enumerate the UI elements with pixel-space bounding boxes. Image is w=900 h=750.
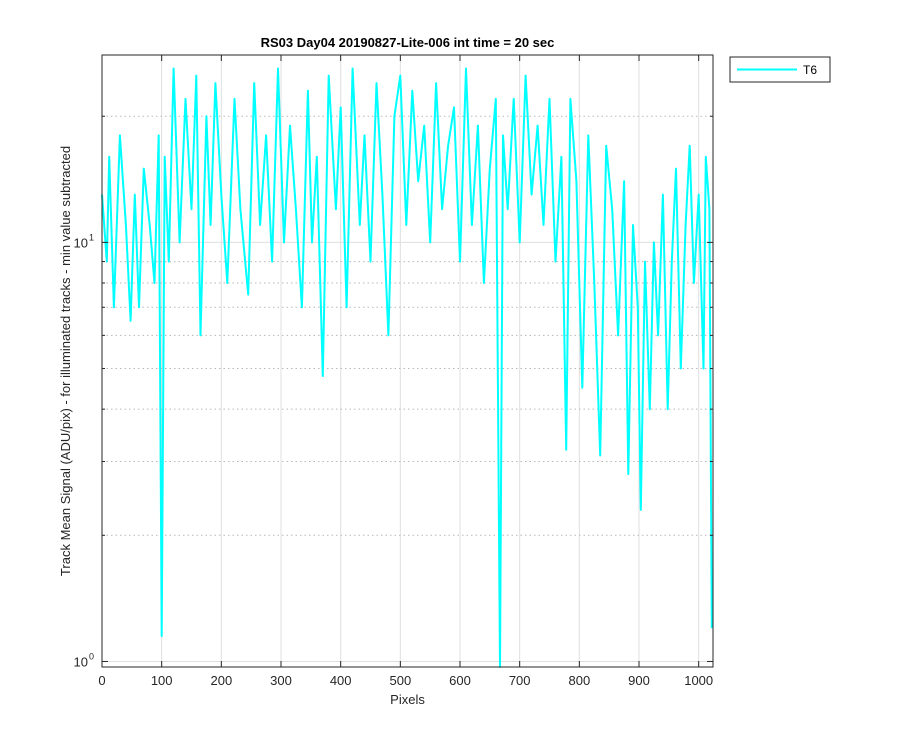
x-tick-label: 400 (330, 673, 352, 688)
x-tick-label: 800 (568, 673, 590, 688)
chart-title: RS03 Day04 20190827-Lite-006 int time = … (261, 35, 555, 50)
y-axis-label: Track Mean Signal (ADU/pix) - for illumi… (58, 146, 73, 576)
y-tick-label: 10 (74, 235, 88, 250)
x-axis-label: Pixels (390, 692, 425, 707)
x-tick-label: 500 (389, 673, 411, 688)
line-chart: 0 100 200 300 400 500 600 700 800 900 1000 10 010 1 … (0, 0, 900, 750)
y-tick-label-exponent: 0 (89, 651, 94, 661)
legend: T6 (729, 56, 831, 83)
x-tick-label: 200 (210, 673, 232, 688)
x-tick-label: 900 (628, 673, 650, 688)
x-tick-label: 1000 (684, 673, 713, 688)
x-tick-label: 600 (449, 673, 471, 688)
legend-label-t6: T6 (803, 63, 817, 77)
x-tick-label: 300 (270, 673, 292, 688)
y-tick-label: 10 (74, 654, 88, 669)
x-tick-label: 700 (509, 673, 531, 688)
x-tick-label: 100 (151, 673, 173, 688)
y-tick-label-exponent: 1 (89, 232, 94, 242)
x-tick-label: 0 (98, 673, 105, 688)
